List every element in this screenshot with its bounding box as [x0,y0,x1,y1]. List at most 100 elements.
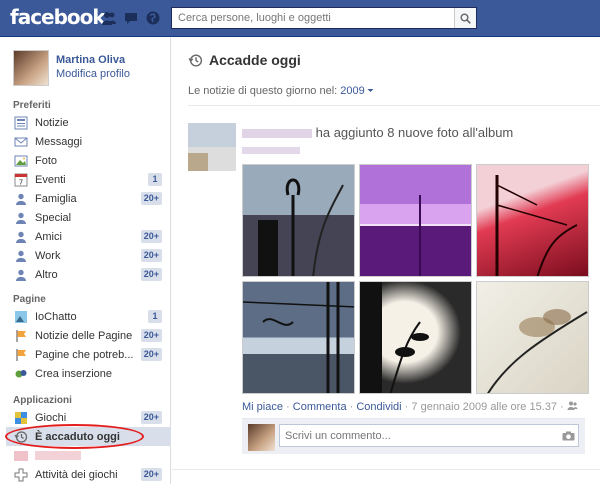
count-badge: 1 [148,173,162,186]
news-feed-icon [14,116,28,130]
sidebar-item-family[interactable]: Famiglia 20+ [14,189,164,208]
sidebar-item-label: Notizie [35,116,69,129]
sidebar-item-blurred-app[interactable] [14,446,164,465]
avatar [248,424,275,451]
sidebar-item-work[interactable]: Work 20+ [14,246,164,265]
count-badge: 20+ [140,230,162,243]
story-avatar-blurred[interactable] [188,123,236,171]
game-activity-icon [14,468,28,482]
blurred-user-name[interactable] [242,129,312,139]
sidebar-item-label: Famiglia [35,192,77,205]
album-photo-6[interactable] [476,281,589,394]
main-content: Accadde oggi Le notizie di questo giorno… [172,38,600,484]
sidebar-item-label: Work [35,249,61,262]
family-icon [14,192,28,206]
blurred-album-name[interactable] [242,147,300,154]
messages-jewel-icon[interactable] [123,10,139,26]
page-title-text: Accadde oggi [209,52,301,68]
privacy-friends-icon[interactable] [567,401,578,410]
sidebar-item-label: Altro [35,268,58,281]
sidebar-item-game-activity[interactable]: Attività dei giochi 20+ [14,465,164,484]
section-title-pages: Pagine [13,294,46,305]
page-icon [14,310,28,324]
notification-jewels [101,10,161,26]
sidebar-item-news-feed[interactable]: Notizie [14,113,164,132]
comment-field [279,424,579,447]
separator: · [560,401,567,413]
sidebar-item-special[interactable]: Special [14,208,164,227]
comment-input[interactable] [280,425,558,446]
sidebar-item-label: Pagine che potreb... [35,348,134,361]
sidebar-item-friends[interactable]: Amici 20+ [14,227,164,246]
sidebar-item-label: Notizie delle Pagine [35,329,133,342]
profile-name-link[interactable]: Martina Oliva [56,53,130,67]
games-icon [14,411,28,425]
profile-block: Martina Oliva Modifica profilo [13,50,130,86]
like-link[interactable]: Mi piace [242,401,283,413]
count-badge: 20+ [140,411,162,424]
highlight-circle [5,424,144,449]
sidebar-item-label: IoChatto [35,310,77,323]
sidebar-item-label: Attività dei giochi [35,468,118,481]
count-badge: 20+ [140,468,162,481]
album-photo-1[interactable] [242,164,355,277]
sidebar-item-messages[interactable]: Messaggi [14,132,164,151]
left-sidebar: Martina Oliva Modifica profilo Preferiti… [0,38,171,484]
album-photo-3[interactable] [476,164,589,277]
history-icon [188,53,203,67]
section-title-apps: Applicazioni [13,395,72,406]
album-photo-4[interactable] [242,281,355,394]
blurred-app-label [35,451,81,460]
story-timestamp[interactable]: 7 gennaio 2009 alle ore 15.37 [411,401,557,413]
sidebar-item-other[interactable]: Altro 20+ [14,265,164,284]
year-value: 2009 [340,85,365,97]
sidebar-item-events[interactable]: 7 Eventi 1 [14,170,164,189]
search-button[interactable] [454,8,476,28]
camera-icon [562,431,574,440]
edit-profile-link[interactable]: Modifica profilo [56,67,130,81]
album-photo-5[interactable] [359,281,472,394]
caret-down-icon [367,89,374,92]
sidebar-item-suggested-pages[interactable]: Pagine che potreb... 20+ [14,345,164,364]
album-photo-2[interactable] [359,164,472,277]
other-icon [14,268,28,282]
sidebar-item-label: Eventi [35,173,66,186]
sidebar-item-label: Special [35,211,72,224]
sidebar-item-label: Messaggi [35,135,83,148]
sidebar-item-iochatto[interactable]: IoChatto 1 [14,307,164,326]
friend-requests-icon[interactable] [101,10,117,26]
suggested-pages-icon [14,348,28,362]
year-dropdown[interactable]: 2009 [340,85,374,97]
pages-feed-icon [14,329,28,343]
share-link[interactable]: Condividi [356,401,401,413]
facebook-logo[interactable]: facebook [10,5,106,29]
svg-text:7: 7 [19,178,23,186]
story-text: ha aggiunto 8 nuove foto all'album [315,125,514,140]
sidebar-item-label: Amici [35,230,62,243]
pages-list: IoChatto 1 Notizie delle Pagine 20+ Pagi… [14,307,164,383]
story-actions: Mi piace · Commenta · Condividi · 7 genn… [242,401,578,413]
count-badge: 20+ [140,192,162,205]
blurred-app-icon [14,449,28,463]
photo-grid [242,164,589,394]
search-box [171,7,477,29]
count-badge: 20+ [140,329,162,342]
sidebar-item-photos[interactable]: Foto [14,151,164,170]
search-input[interactable] [172,8,454,28]
photos-icon [14,154,28,168]
divider [172,469,600,470]
sidebar-item-create-ad[interactable]: Crea inserzione [14,364,164,383]
sidebar-item-pages-feed[interactable]: Notizie delle Pagine 20+ [14,326,164,345]
year-filter-label: Le notizie di questo giorno nel: [188,85,338,97]
special-icon [14,211,28,225]
avatar[interactable] [13,50,49,86]
count-badge: 1 [148,310,162,323]
camera-button[interactable] [558,431,578,441]
favorites-list: Notizie Messaggi Foto 7 Eventi 1 Famigli… [14,113,164,284]
notifications-globe-icon[interactable] [145,10,161,26]
sidebar-item-label: Giochi [35,411,67,424]
comment-link[interactable]: Commenta [293,401,347,413]
search-icon [460,13,471,24]
work-icon [14,249,28,263]
separator: · [286,401,293,413]
